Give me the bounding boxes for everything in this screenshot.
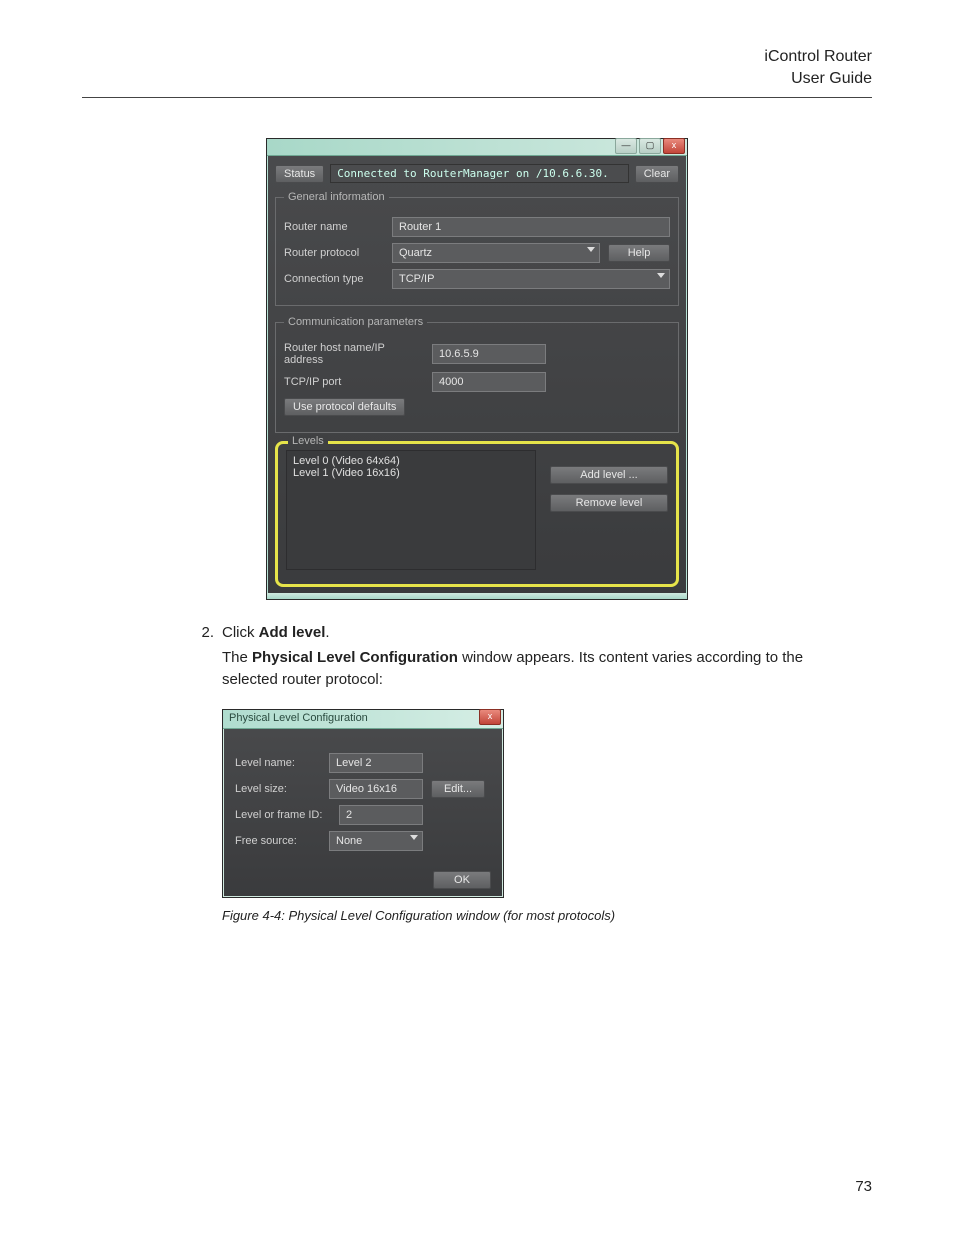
header-subtitle: User Guide: [82, 68, 872, 90]
header-title: iControl Router: [82, 46, 872, 68]
free-source-label: Free source:: [235, 835, 321, 847]
figure-caption: Figure 4-4: Physical Level Configuration…: [222, 908, 872, 923]
router-name-label: Router name: [284, 221, 384, 233]
list-item[interactable]: Level 1 (Video 16x16): [293, 467, 529, 479]
step-2: 2. Click Add level.: [200, 624, 840, 641]
free-source-select[interactable]: None: [329, 831, 423, 851]
host-input[interactable]: 10.6.5.9: [432, 344, 546, 364]
window-titlebar[interactable]: — ▢ x: [267, 139, 687, 156]
clear-button[interactable]: Clear: [635, 165, 679, 183]
step-text: Click Add level.: [222, 624, 330, 641]
level-id-label: Level or frame ID:: [235, 809, 331, 821]
remove-level-button[interactable]: Remove level: [550, 494, 668, 512]
levels-list[interactable]: Level 0 (Video 64x64) Level 1 (Video 16x…: [286, 450, 536, 570]
communication-parameters-group: Communication parameters Router host nam…: [275, 316, 679, 433]
level-id-input[interactable]: 2: [339, 805, 423, 825]
status-button[interactable]: Status: [275, 165, 324, 183]
port-input[interactable]: 4000: [432, 372, 546, 392]
window-footer-edge: [267, 593, 687, 599]
router-protocol-label: Router protocol: [284, 247, 384, 259]
communication-parameters-legend: Communication parameters: [284, 316, 427, 328]
use-protocol-defaults-button[interactable]: Use protocol defaults: [284, 398, 405, 416]
help-button[interactable]: Help: [608, 244, 670, 262]
connection-type-select[interactable]: TCP/IP: [392, 269, 670, 289]
router-protocol-select[interactable]: Quartz: [392, 243, 600, 263]
maximize-button[interactable]: ▢: [639, 138, 661, 154]
step-paragraph: The Physical Level Configuration window …: [222, 647, 862, 691]
level-size-label: Level size:: [235, 783, 321, 795]
general-information-legend: General information: [284, 191, 389, 203]
page-number: 73: [855, 1178, 872, 1195]
level-name-input[interactable]: Level 2: [329, 753, 423, 773]
connection-type-label: Connection type: [284, 273, 384, 285]
chevron-down-icon: [587, 247, 595, 252]
dlg2-title: Physical Level Configuration: [229, 712, 368, 724]
close-button[interactable]: x: [663, 138, 685, 154]
dlg2-titlebar[interactable]: Physical Level Configuration x: [223, 710, 503, 729]
level-size-field: Video 16x16: [329, 779, 423, 799]
page-header: iControl Router User Guide: [82, 46, 872, 89]
minimize-button[interactable]: —: [615, 138, 637, 154]
header-rule: [82, 97, 872, 98]
chevron-down-icon: [657, 273, 665, 278]
add-level-button[interactable]: Add level ...: [550, 466, 668, 484]
router-config-window: — ▢ x Status Connected to RouterManager …: [266, 138, 688, 600]
router-name-input[interactable]: Router 1: [392, 217, 670, 237]
physical-level-config-window: Physical Level Configuration x Level nam…: [222, 709, 504, 898]
status-text: Connected to RouterManager on /10.6.6.30…: [330, 164, 629, 183]
port-label: TCP/IP port: [284, 376, 424, 388]
level-name-label: Level name:: [235, 757, 321, 769]
levels-legend: Levels: [288, 435, 328, 447]
ok-button[interactable]: OK: [433, 871, 491, 889]
levels-group: Levels Level 0 (Video 64x64) Level 1 (Vi…: [275, 441, 679, 587]
edit-button[interactable]: Edit...: [431, 780, 485, 798]
list-item[interactable]: Level 0 (Video 64x64): [293, 455, 529, 467]
chevron-down-icon: [410, 835, 418, 840]
general-information-group: General information Router name Router 1…: [275, 191, 679, 306]
dlg2-close-button[interactable]: x: [479, 709, 501, 725]
host-label: Router host name/IP address: [284, 342, 424, 366]
step-number: 2.: [200, 624, 214, 641]
